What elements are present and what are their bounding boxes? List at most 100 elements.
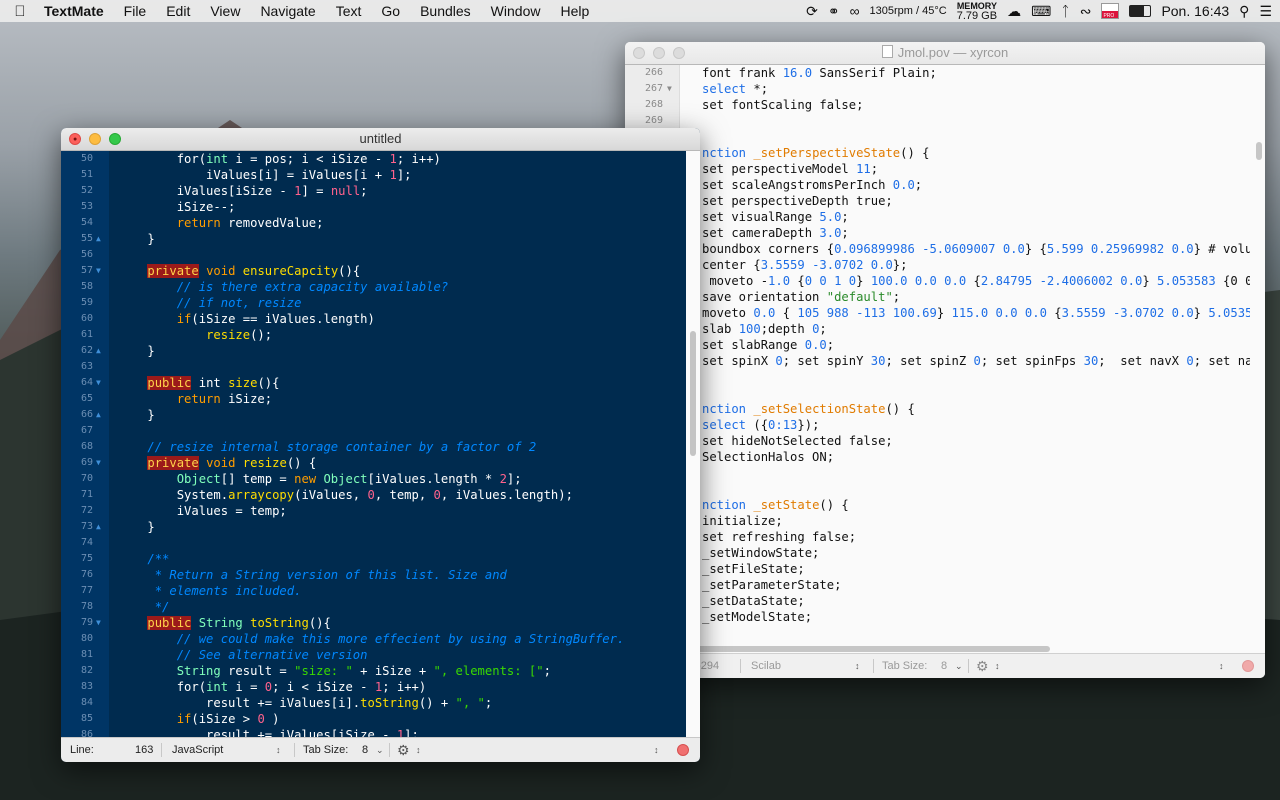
front-code-line[interactable]: 68 // resize internal storage container …: [61, 439, 686, 455]
grammar-updown-icon[interactable]: ↕: [276, 738, 281, 762]
back-code-line[interactable]: set scaleAngstromsPerInch 0.0;: [625, 177, 1250, 193]
back-window-titlebar[interactable]: Jmol.pov — xyrcon: [625, 42, 1265, 65]
keyboard-icon[interactable]: ⌨: [1031, 3, 1051, 20]
gear-updown-icon[interactable]: ↕: [416, 738, 421, 762]
front-fold-marker-icon[interactable]: ▼: [96, 455, 101, 471]
back-code-line[interactable]: [625, 369, 1250, 385]
back-gear-icon[interactable]: ⚙: [976, 654, 989, 678]
menu-file[interactable]: File: [114, 3, 157, 19]
back-minimize-button[interactable]: [653, 47, 665, 59]
grammar-select[interactable]: JavaScript: [172, 738, 223, 762]
back-tab-size-value[interactable]: 8: [941, 654, 947, 678]
sync-icon[interactable]: ⟳: [806, 3, 818, 20]
back-code-line[interactable]: set cameraDepth 3.0;: [625, 225, 1250, 241]
line-number-field[interactable]: 163: [135, 738, 153, 762]
back-code-line[interactable]: 267 ▼ select *;: [625, 81, 1250, 97]
back-code-line[interactable]: _setParameterState;: [625, 577, 1250, 593]
back-code-line[interactable]: _setModelState;: [625, 609, 1250, 625]
back-code-line[interactable]: nction _setPerspectiveState() {: [625, 145, 1250, 161]
front-code-line[interactable]: 66 ▲ }: [61, 407, 686, 423]
front-code-line[interactable]: 72 iValues = temp;: [61, 503, 686, 519]
back-code-line[interactable]: 268 set fontScaling false;: [625, 97, 1250, 113]
symbol-updown-icon[interactable]: ↕: [654, 738, 659, 762]
front-code-line[interactable]: 56: [61, 247, 686, 263]
back-code-line[interactable]: select ({0:13});: [625, 417, 1250, 433]
apple-menu-icon[interactable]: : [0, 3, 40, 20]
tab-size-chevron-icon[interactable]: ⌄: [376, 738, 384, 762]
back-symbol-updown-icon[interactable]: ↕: [1219, 654, 1224, 678]
front-code-line[interactable]: 52 iValues[iSize - 1] = null;: [61, 183, 686, 199]
back-code-line[interactable]: [625, 385, 1250, 401]
clock[interactable]: Pon. 16:43: [1161, 3, 1229, 19]
menu-view[interactable]: View: [200, 3, 250, 19]
back-code-line[interactable]: _setWindowState;: [625, 545, 1250, 561]
battery-icon[interactable]: [1129, 5, 1152, 17]
front-editor-window[interactable]: ● untitled 50 for(int i = pos; i < iSize…: [61, 128, 700, 762]
back-code-line[interactable]: set slabRange 0.0;: [625, 337, 1250, 353]
back-code-line[interactable]: 269: [625, 113, 1250, 129]
back-code-line[interactable]: SelectionHalos ON;: [625, 449, 1250, 465]
back-code-line[interactable]: center {3.5559 -3.0702 0.0};: [625, 257, 1250, 273]
menu-help[interactable]: Help: [550, 3, 599, 19]
back-code-line[interactable]: boundbox corners {0.096899986 -5.0609007…: [625, 241, 1250, 257]
back-code-line[interactable]: [625, 481, 1250, 497]
front-fold-marker-icon[interactable]: ▲: [96, 407, 101, 423]
front-code-area[interactable]: 50 for(int i = pos; i < iSize - 1; i++) 5…: [61, 151, 686, 738]
back-code-line[interactable]: slab 100;depth 0;: [625, 321, 1250, 337]
menu-edit[interactable]: Edit: [156, 3, 200, 19]
back-editor-window[interactable]: Jmol.pov — xyrcon 266 font frank 16.0 San…: [625, 42, 1265, 678]
back-code-line[interactable]: set spinX 0; set spinY 30; set spinZ 0; …: [625, 353, 1250, 369]
back-gear-updown-icon[interactable]: ↕: [995, 654, 1000, 678]
back-code-line[interactable]: set perspectiveDepth true;: [625, 193, 1250, 209]
notification-center-icon[interactable]: ☰: [1259, 3, 1272, 20]
front-code-line[interactable]: 64 ▼ public int size(){: [61, 375, 686, 391]
front-code-line[interactable]: 73 ▲ }: [61, 519, 686, 535]
zoom-button[interactable]: [109, 133, 121, 145]
front-fold-marker-icon[interactable]: ▲: [96, 343, 101, 359]
front-code-line[interactable]: 84 result += iValues[i].toString() + ", …: [61, 695, 686, 711]
back-code-line[interactable]: nction _setSelectionState() {: [625, 401, 1250, 417]
front-fold-marker-icon[interactable]: ▲: [96, 231, 101, 247]
front-scroll-thumb[interactable]: [690, 331, 696, 456]
back-code-line[interactable]: set perspectiveModel 11;: [625, 161, 1250, 177]
front-code-line[interactable]: 69 ▼ private void resize() {: [61, 455, 686, 471]
menu-navigate[interactable]: Navigate: [250, 3, 325, 19]
back-code-line[interactable]: 266 font frank 16.0 SansSerif Plain;: [625, 65, 1250, 81]
input-source-flag[interactable]: PRO: [1101, 3, 1120, 19]
headphones-icon[interactable]: ⚭: [828, 3, 840, 20]
front-code-line[interactable]: 61 resize();: [61, 327, 686, 343]
back-code-line[interactable]: set refreshing false;: [625, 529, 1250, 545]
front-code-line[interactable]: 65 return iSize;: [61, 391, 686, 407]
back-code-line[interactable]: _setDataState;: [625, 593, 1250, 609]
back-grammar-updown-icon[interactable]: ↕: [855, 654, 860, 678]
back-code-line[interactable]: set visualRange 5.0;: [625, 209, 1250, 225]
cloud-icon[interactable]: ☁: [1007, 3, 1021, 20]
front-code-line[interactable]: 58 // is there extra capacity available?: [61, 279, 686, 295]
back-code-line[interactable]: moveto -1.0 {0 0 1 0} 100.0 0.0 0.0 {2.8…: [625, 273, 1250, 289]
front-code-line[interactable]: 54 return removedValue;: [61, 215, 686, 231]
front-code-line[interactable]: 83 for(int i = 0; i < iSize - 1; i++): [61, 679, 686, 695]
front-fold-marker-icon[interactable]: ▼: [96, 375, 101, 391]
fan-speed-readout[interactable]: 1305rpm / 45°C: [870, 5, 947, 17]
front-code-line[interactable]: 79 ▼ public String toString(){: [61, 615, 686, 631]
front-window-titlebar[interactable]: ● untitled: [61, 128, 700, 151]
back-zoom-button[interactable]: [673, 47, 685, 59]
back-tab-size-chevron-icon[interactable]: ⌄: [955, 654, 963, 678]
back-code-line[interactable]: set hideNotSelected false;: [625, 433, 1250, 449]
front-code-line[interactable]: 62 ▲ }: [61, 343, 686, 359]
back-code-area[interactable]: 266 font frank 16.0 SansSerif Plain; 267 ▼ s…: [625, 65, 1250, 655]
back-fold-marker-icon[interactable]: ▼: [667, 81, 672, 97]
back-vertical-scrollbar[interactable]: [1256, 142, 1262, 160]
memory-readout[interactable]: MEMORY 7.79 GB: [957, 1, 997, 21]
front-code-line[interactable]: 78 */: [61, 599, 686, 615]
front-code-line[interactable]: 75 /**: [61, 551, 686, 567]
front-code-line[interactable]: 80 // we could make this more effecient …: [61, 631, 686, 647]
front-code-line[interactable]: 63: [61, 359, 686, 375]
front-code-line[interactable]: 51 iValues[i] = iValues[i + 1];: [61, 167, 686, 183]
back-grammar-select[interactable]: Scilab: [751, 654, 781, 678]
back-code-line[interactable]: nction _setState() {: [625, 497, 1250, 513]
back-code-line[interactable]: [625, 465, 1250, 481]
front-vertical-scrollbar[interactable]: [686, 151, 700, 738]
back-code-line[interactable]: _setFileState;: [625, 561, 1250, 577]
front-code-line[interactable]: 70 Object[] temp = new Object[iValues.le…: [61, 471, 686, 487]
